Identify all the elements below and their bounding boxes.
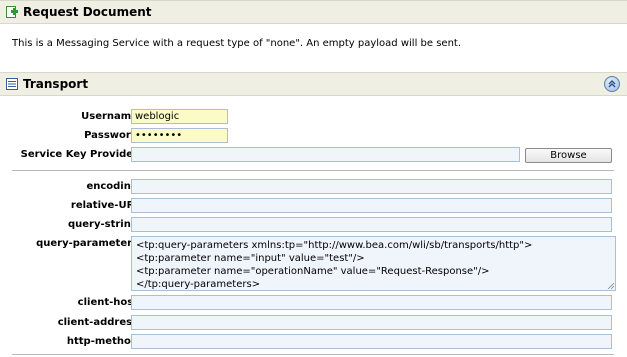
request-document-title: Request Document bbox=[23, 5, 152, 19]
relative-uri-input[interactable] bbox=[131, 198, 612, 213]
separator bbox=[12, 354, 614, 355]
service-key-provider-label: Service Key Provider: bbox=[20, 149, 142, 160]
transport-title: Transport bbox=[23, 77, 89, 91]
client-host-input[interactable] bbox=[131, 295, 612, 310]
collapse-transport-button[interactable] bbox=[604, 76, 620, 92]
http-method-input[interactable] bbox=[131, 334, 612, 349]
resize-grip-icon[interactable] bbox=[607, 282, 614, 289]
form-icon bbox=[6, 78, 18, 90]
query-parameters-line: <tp:parameter name="operationName" value… bbox=[136, 266, 490, 277]
client-address-label: client-address: bbox=[57, 317, 142, 328]
separator bbox=[12, 170, 614, 171]
encoding-input[interactable] bbox=[131, 179, 612, 194]
document-add-icon bbox=[6, 6, 18, 18]
transport-header: Transport bbox=[0, 72, 627, 96]
service-key-provider-input[interactable] bbox=[131, 147, 520, 162]
client-address-input[interactable] bbox=[131, 315, 612, 330]
query-string-input[interactable] bbox=[131, 217, 612, 232]
query-parameters-label: query-parameters: bbox=[36, 238, 142, 249]
query-parameters-textarea[interactable]: <tp:query-parameters xmlns:tp="http://ww… bbox=[131, 236, 616, 291]
double-chevron-up-icon bbox=[608, 80, 616, 88]
query-parameters-line: <tp:parameter name="input" value="test"/… bbox=[136, 253, 365, 264]
request-description: This is a Messaging Service with a reque… bbox=[12, 38, 462, 49]
query-parameters-line: </tp:query-parameters> bbox=[136, 279, 261, 290]
username-input[interactable]: weblogic bbox=[131, 109, 228, 124]
password-input[interactable]: •••••••• bbox=[131, 128, 228, 143]
browse-button[interactable]: Browse bbox=[525, 148, 612, 163]
query-parameters-line: <tp:query-parameters xmlns:tp="http://ww… bbox=[136, 240, 533, 251]
request-document-header: Request Document bbox=[0, 0, 627, 24]
